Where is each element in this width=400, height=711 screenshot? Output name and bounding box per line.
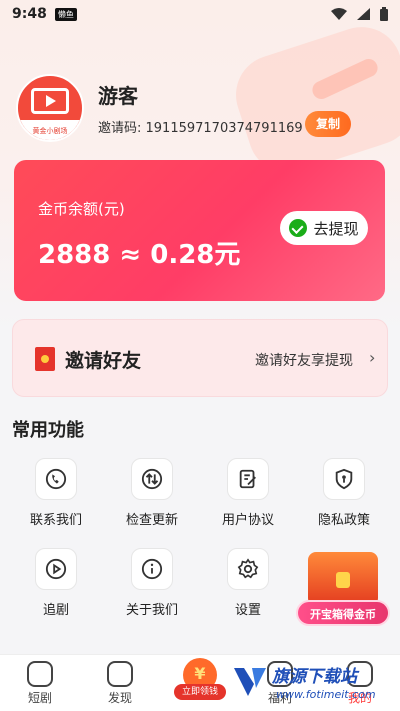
- copy-button[interactable]: 复制: [305, 111, 351, 137]
- func-label: 用户协议: [221, 513, 274, 528]
- watermark: 旗源下载站 www.fotimeit.com: [232, 660, 382, 706]
- func-contact-us[interactable]: 联系我们: [16, 458, 96, 528]
- invite-title: 邀请好友: [65, 350, 142, 372]
- claim-money-label: 立即领钱: [174, 684, 226, 700]
- tab-discover[interactable]: 发现: [90, 661, 150, 706]
- update-icon: [131, 458, 173, 500]
- func-label: 隐私政策: [317, 513, 370, 528]
- username: 游客: [98, 84, 138, 108]
- chevron-right-icon: ›: [369, 348, 376, 367]
- document-icon: [227, 458, 269, 500]
- battery-icon: [380, 7, 388, 21]
- avatar[interactable]: 黄金小剧场: [16, 74, 84, 142]
- signal-icon: [357, 8, 370, 20]
- shield-icon: [323, 458, 365, 500]
- wifi-icon: [331, 8, 347, 20]
- func-label: 追剧: [42, 603, 69, 618]
- invite-subtitle: 邀请好友享提现: [255, 353, 353, 369]
- status-time: 9:48: [12, 6, 47, 22]
- balance-amount: 2888 ≈ 0.28元: [38, 240, 241, 270]
- tab-label: 发现: [107, 691, 132, 705]
- section-title: 常用功能: [12, 420, 84, 441]
- withdraw-button[interactable]: 去提现: [280, 211, 368, 245]
- decorative-shape: [225, 16, 400, 184]
- func-privacy-policy[interactable]: 隐私政策: [304, 458, 384, 528]
- tab-short-drama[interactable]: 短剧: [10, 661, 70, 706]
- treasure-chest-icon[interactable]: [308, 552, 378, 606]
- play-icon: [46, 95, 56, 107]
- wechat-icon: [289, 219, 308, 237]
- watermark-title: 旗源下载站: [272, 667, 357, 687]
- red-envelope-icon: [35, 347, 55, 371]
- tab-label: 短剧: [27, 691, 52, 705]
- open-treasure-button[interactable]: 开宝箱得金币: [296, 600, 390, 626]
- status-icons: [331, 7, 388, 21]
- balance-card: 金币余额(元) 2888 ≈ 0.28元 去提现: [14, 160, 385, 301]
- withdraw-label: 去提现: [313, 219, 359, 238]
- invite-code: 邀请码: 1911597170374791169: [98, 121, 303, 136]
- func-label: 联系我们: [29, 513, 82, 528]
- func-about-us[interactable]: 关于我们: [112, 548, 192, 618]
- balance-label: 金币余额(元): [38, 200, 125, 218]
- avatar-caption: 黄金小剧场: [32, 127, 68, 135]
- func-label: 检查更新: [125, 513, 178, 528]
- phone-icon: [35, 458, 77, 500]
- claim-money-button[interactable]: 立即领钱: [172, 658, 228, 704]
- func-settings[interactable]: 设置: [208, 548, 288, 618]
- func-user-agreement[interactable]: 用户协议: [208, 458, 288, 528]
- home-icon: [27, 661, 53, 687]
- func-label: 关于我们: [125, 603, 178, 618]
- invite-friends-card[interactable]: 邀请好友 邀请好友享提现 ›: [12, 319, 388, 397]
- watermark-logo: [234, 668, 266, 696]
- status-bar: 9:48 懒鱼: [0, 0, 400, 28]
- play-icon: [107, 661, 133, 687]
- notification-badge: 懒鱼: [54, 7, 77, 21]
- info-icon: [131, 548, 173, 590]
- func-label: 设置: [234, 603, 261, 618]
- func-follow-drama[interactable]: 追剧: [16, 548, 96, 618]
- gear-icon: [227, 548, 269, 590]
- func-check-update[interactable]: 检查更新: [112, 458, 192, 528]
- play-icon: [35, 548, 77, 590]
- watermark-url: www.fotimeit.com: [276, 688, 376, 701]
